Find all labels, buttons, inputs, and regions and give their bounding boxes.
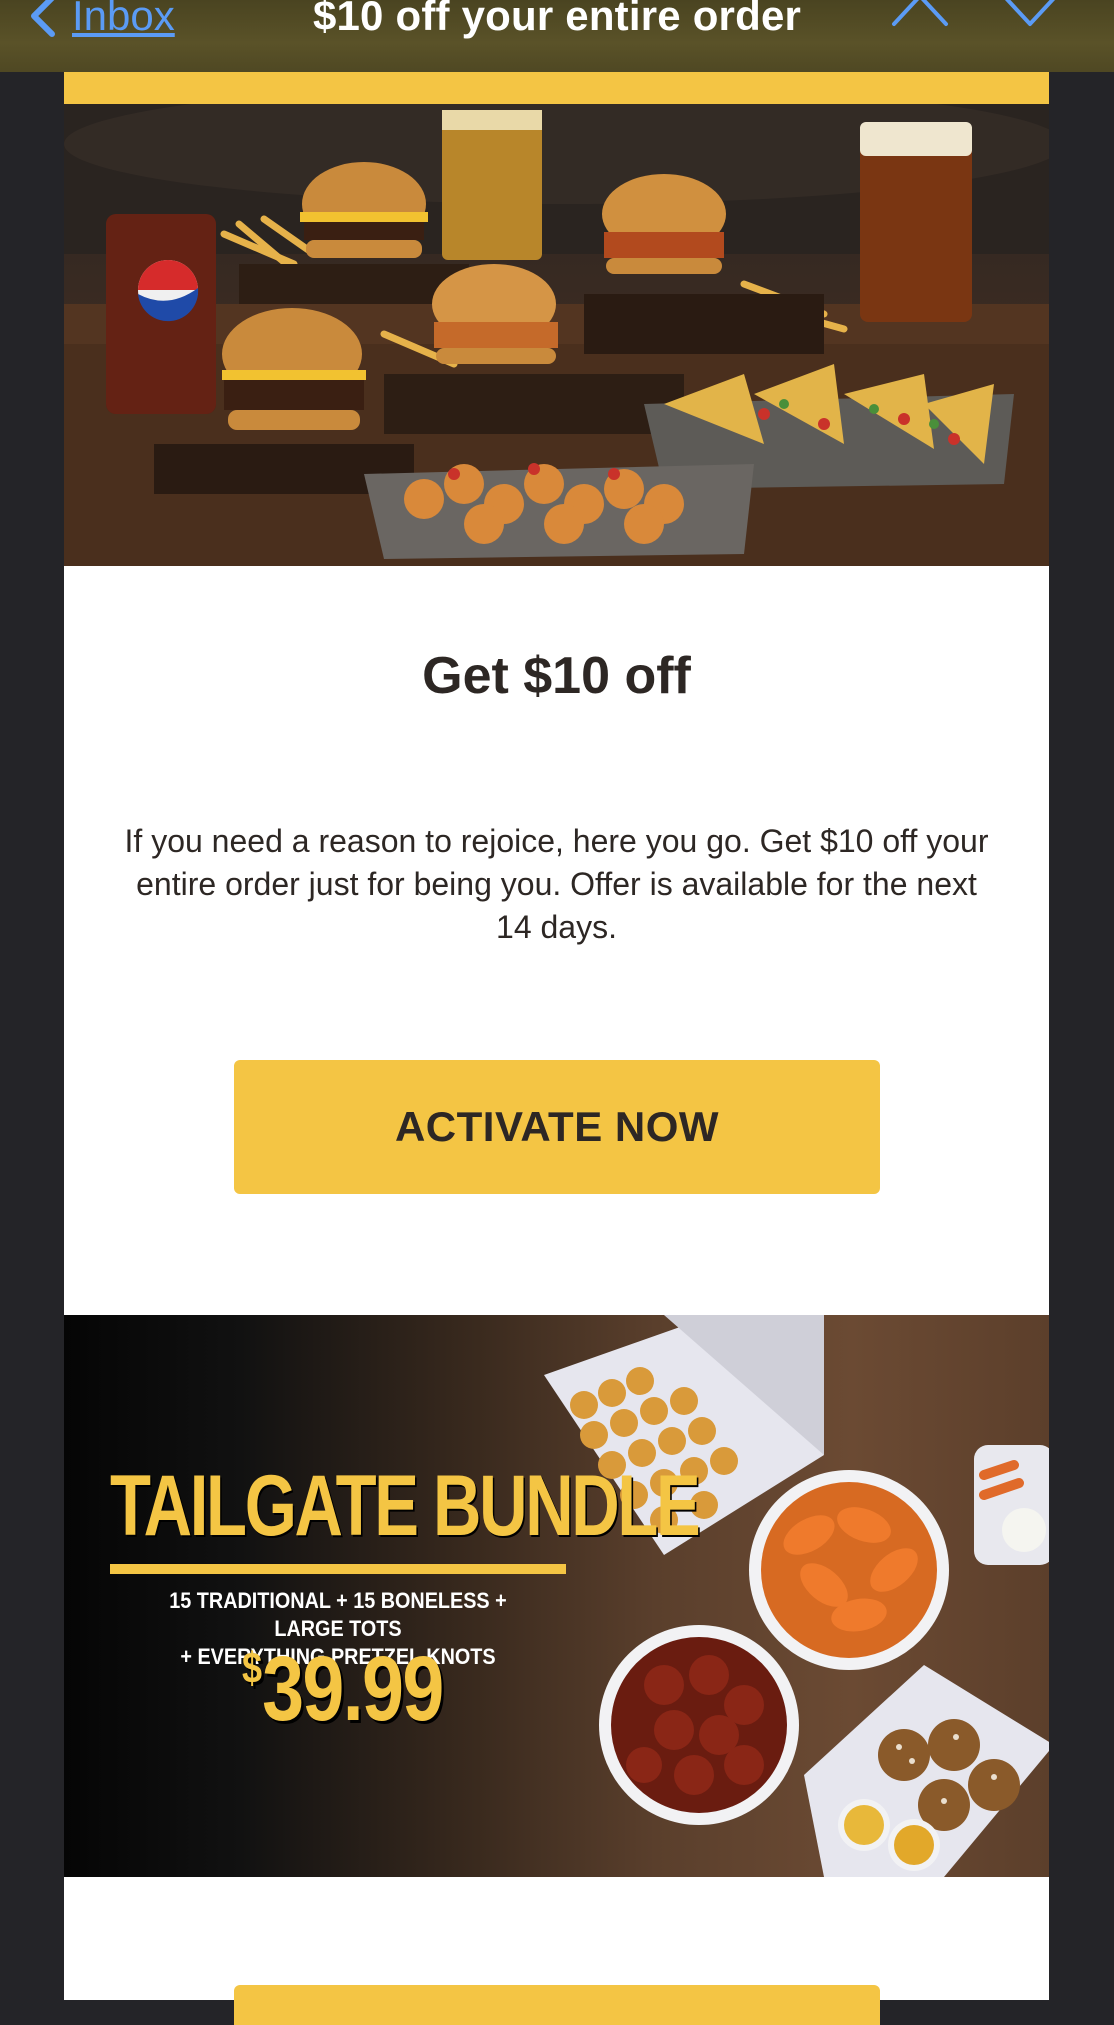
promo-subtitle-line-1: 15 TRADITIONAL + 15 BONELESS + LARGE TOT… bbox=[169, 1588, 507, 1641]
header-accent-strip bbox=[64, 72, 1049, 104]
offer-heading: Get $10 off bbox=[422, 647, 691, 705]
secondary-cta-button[interactable] bbox=[234, 1985, 880, 2025]
chevron-down-icon bbox=[1004, 0, 1056, 26]
offer-description: If you need a reason to rejoice, here yo… bbox=[124, 823, 989, 945]
promo-title: TAILGATE BUNDLE bbox=[110, 1458, 701, 1554]
promo-title-underline bbox=[110, 1564, 566, 1574]
email-content: Get $10 off If you need a reason to rejo… bbox=[64, 72, 1049, 2025]
activate-now-button[interactable]: ACTIVATE NOW bbox=[234, 1060, 880, 1194]
hero-food-image bbox=[64, 104, 1049, 566]
tailgate-bundle-banner[interactable]: TAILGATE BUNDLE 15 TRADITIONAL + 15 BONE… bbox=[64, 1315, 1049, 1877]
price-currency: $ bbox=[242, 1644, 263, 1693]
chevron-up-icon bbox=[892, 0, 948, 26]
price-amount: 39.99 bbox=[262, 1638, 444, 1740]
next-message-button[interactable] bbox=[1000, 0, 1060, 35]
nav-bar: Inbox $10 off your entire order bbox=[0, 0, 1114, 72]
previous-message-button[interactable] bbox=[890, 0, 950, 35]
promo-price: $39.99 bbox=[242, 1643, 444, 1735]
